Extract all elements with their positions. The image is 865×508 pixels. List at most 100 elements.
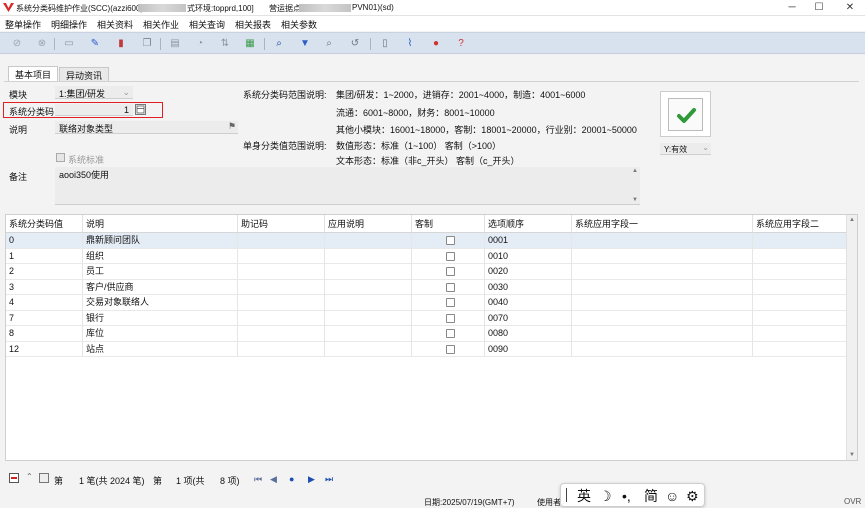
cell-field2[interactable] (753, 233, 847, 249)
print-preview-icon[interactable]: ◔ (193, 37, 207, 51)
table-row[interactable]: 12 站点 0090 (6, 341, 847, 357)
close-button[interactable]: ✕ (836, 0, 864, 16)
emoji-icon[interactable]: ☺ (665, 486, 679, 506)
custom-checkbox[interactable] (446, 329, 455, 338)
cell-code[interactable]: 12 (6, 341, 83, 357)
cell-usage[interactable] (325, 295, 412, 311)
custom-checkbox[interactable] (446, 267, 455, 276)
edit-pencil-icon[interactable]: ✎ (88, 37, 102, 51)
cell-field2[interactable] (753, 248, 847, 264)
cell-code[interactable]: 0 (6, 233, 83, 249)
punctuation-icon[interactable]: •, (622, 486, 631, 506)
cell-usage[interactable] (325, 248, 412, 264)
ime-simplified-toggle[interactable]: 简 (644, 486, 658, 506)
refresh-icon[interactable]: ↺ (348, 37, 362, 51)
cell-code[interactable]: 8 (6, 326, 83, 342)
cell-mnemonic[interactable] (238, 248, 325, 264)
moon-icon[interactable]: ☽ (599, 486, 612, 506)
chevron-up-icon[interactable]: ⌃ (26, 472, 33, 481)
cell-desc[interactable]: 库位 (83, 326, 238, 342)
help-icon[interactable]: ? (454, 37, 468, 51)
col-header-custom[interactable]: 客制 (412, 215, 485, 233)
cell-usage[interactable] (325, 233, 412, 249)
cell-order[interactable]: 0080 (485, 326, 572, 342)
cell-code[interactable]: 2 (6, 264, 83, 280)
ime-language-toggle[interactable]: 英 (577, 486, 591, 506)
cell-field1[interactable] (572, 233, 753, 249)
record-icon[interactable] (9, 473, 19, 483)
cell-custom[interactable] (412, 233, 485, 249)
copy-icon[interactable]: ❐ (140, 37, 154, 51)
attachment-icon[interactable]: ⌇ (403, 37, 417, 51)
col-header-field1[interactable]: 系统应用字段一 (572, 215, 753, 233)
menu-item-jobs[interactable]: 相关作业 (143, 18, 179, 31)
current-record-icon[interactable]: ● (289, 474, 294, 484)
cell-mnemonic[interactable] (238, 233, 325, 249)
cell-field2[interactable] (753, 279, 847, 295)
menu-item-document[interactable]: 整单操作 (5, 18, 41, 31)
col-header-field2[interactable]: 系统应用字段二 (753, 215, 847, 233)
system-standard-checkbox[interactable] (56, 153, 65, 162)
note-textarea[interactable]: aooi350使用 ▲ ▼ (55, 167, 640, 205)
col-header-order[interactable]: 选项顺序 (485, 215, 572, 233)
cell-order[interactable]: 0010 (485, 248, 572, 264)
maximize-button[interactable]: ☐ (805, 0, 833, 16)
check-circle-icon[interactable]: ⊘ (10, 37, 24, 51)
custom-checkbox[interactable] (446, 251, 455, 261)
cell-mnemonic[interactable] (238, 326, 325, 342)
cell-code[interactable]: 7 (6, 310, 83, 326)
cell-desc[interactable]: 客户/供应商 (83, 279, 238, 295)
location-pin-icon[interactable]: ● (429, 37, 443, 51)
next-record-icon[interactable]: ▶ (308, 474, 315, 485)
table-row[interactable]: 0 鼎新顾问团队 0001 (6, 233, 847, 249)
cell-code[interactable]: 4 (6, 295, 83, 311)
custom-checkbox[interactable] (446, 313, 455, 323)
vertical-scrollbar[interactable]: ▲ ▼ (846, 215, 857, 460)
col-header-desc[interactable]: 说明 (83, 215, 238, 233)
cell-field2[interactable] (753, 341, 847, 357)
cell-custom[interactable] (412, 248, 485, 264)
cell-custom[interactable] (412, 341, 485, 357)
cell-field1[interactable] (572, 310, 753, 326)
minimize-button[interactable]: ─ (778, 0, 806, 16)
cell-usage[interactable] (325, 264, 412, 280)
cell-field2[interactable] (753, 310, 847, 326)
table-row[interactable]: 7 银行 0070 (6, 310, 847, 326)
cell-usage[interactable] (325, 279, 412, 295)
print-icon[interactable]: ▤ (168, 37, 182, 51)
table-row[interactable]: 4 交易对象联络人 0040 (6, 295, 847, 311)
col-header-usage[interactable]: 应用说明 (325, 215, 412, 233)
settings-icon[interactable]: ⚙ (686, 486, 699, 506)
custom-checkbox[interactable] (446, 344, 455, 354)
export-icon[interactable]: ⇅ (218, 37, 232, 51)
cell-field1[interactable] (572, 295, 753, 311)
cell-usage[interactable] (325, 326, 412, 342)
menu-item-params[interactable]: 相关参数 (281, 18, 317, 31)
code-input[interactable]: 1 (55, 104, 133, 116)
scroll-up-icon[interactable]: ▲ (849, 217, 855, 223)
cell-order[interactable]: 0090 (485, 341, 572, 357)
list-icon[interactable] (39, 473, 49, 483)
cell-desc[interactable]: 鼎新顾问团队 (83, 233, 238, 249)
tab-change-info[interactable]: 异动资讯 (59, 67, 110, 81)
menu-item-data[interactable]: 相关资料 (97, 18, 133, 31)
cell-custom[interactable] (412, 264, 485, 280)
cell-field1[interactable] (572, 264, 753, 280)
cell-field1[interactable] (572, 341, 753, 357)
cancel-circle-icon[interactable]: ⊗ (35, 37, 49, 51)
cell-order[interactable]: 0030 (485, 279, 572, 295)
lookup-icon[interactable] (135, 104, 146, 115)
cell-usage[interactable] (325, 310, 412, 326)
scroll-down-icon[interactable]: ▼ (849, 452, 855, 458)
custom-checkbox[interactable] (446, 236, 455, 245)
custom-checkbox[interactable] (446, 298, 455, 307)
cell-custom[interactable] (412, 326, 485, 342)
cell-order[interactable]: 0040 (485, 295, 572, 311)
scroll-up-icon[interactable]: ▲ (632, 168, 638, 174)
cell-order[interactable]: 0001 (485, 233, 572, 249)
cell-desc[interactable]: 站点 (83, 341, 238, 357)
cell-order[interactable]: 0070 (485, 310, 572, 326)
table-row[interactable]: 2 员工 0020 (6, 264, 847, 280)
filter-icon[interactable]: ▼ (298, 37, 312, 51)
cell-custom[interactable] (412, 310, 485, 326)
